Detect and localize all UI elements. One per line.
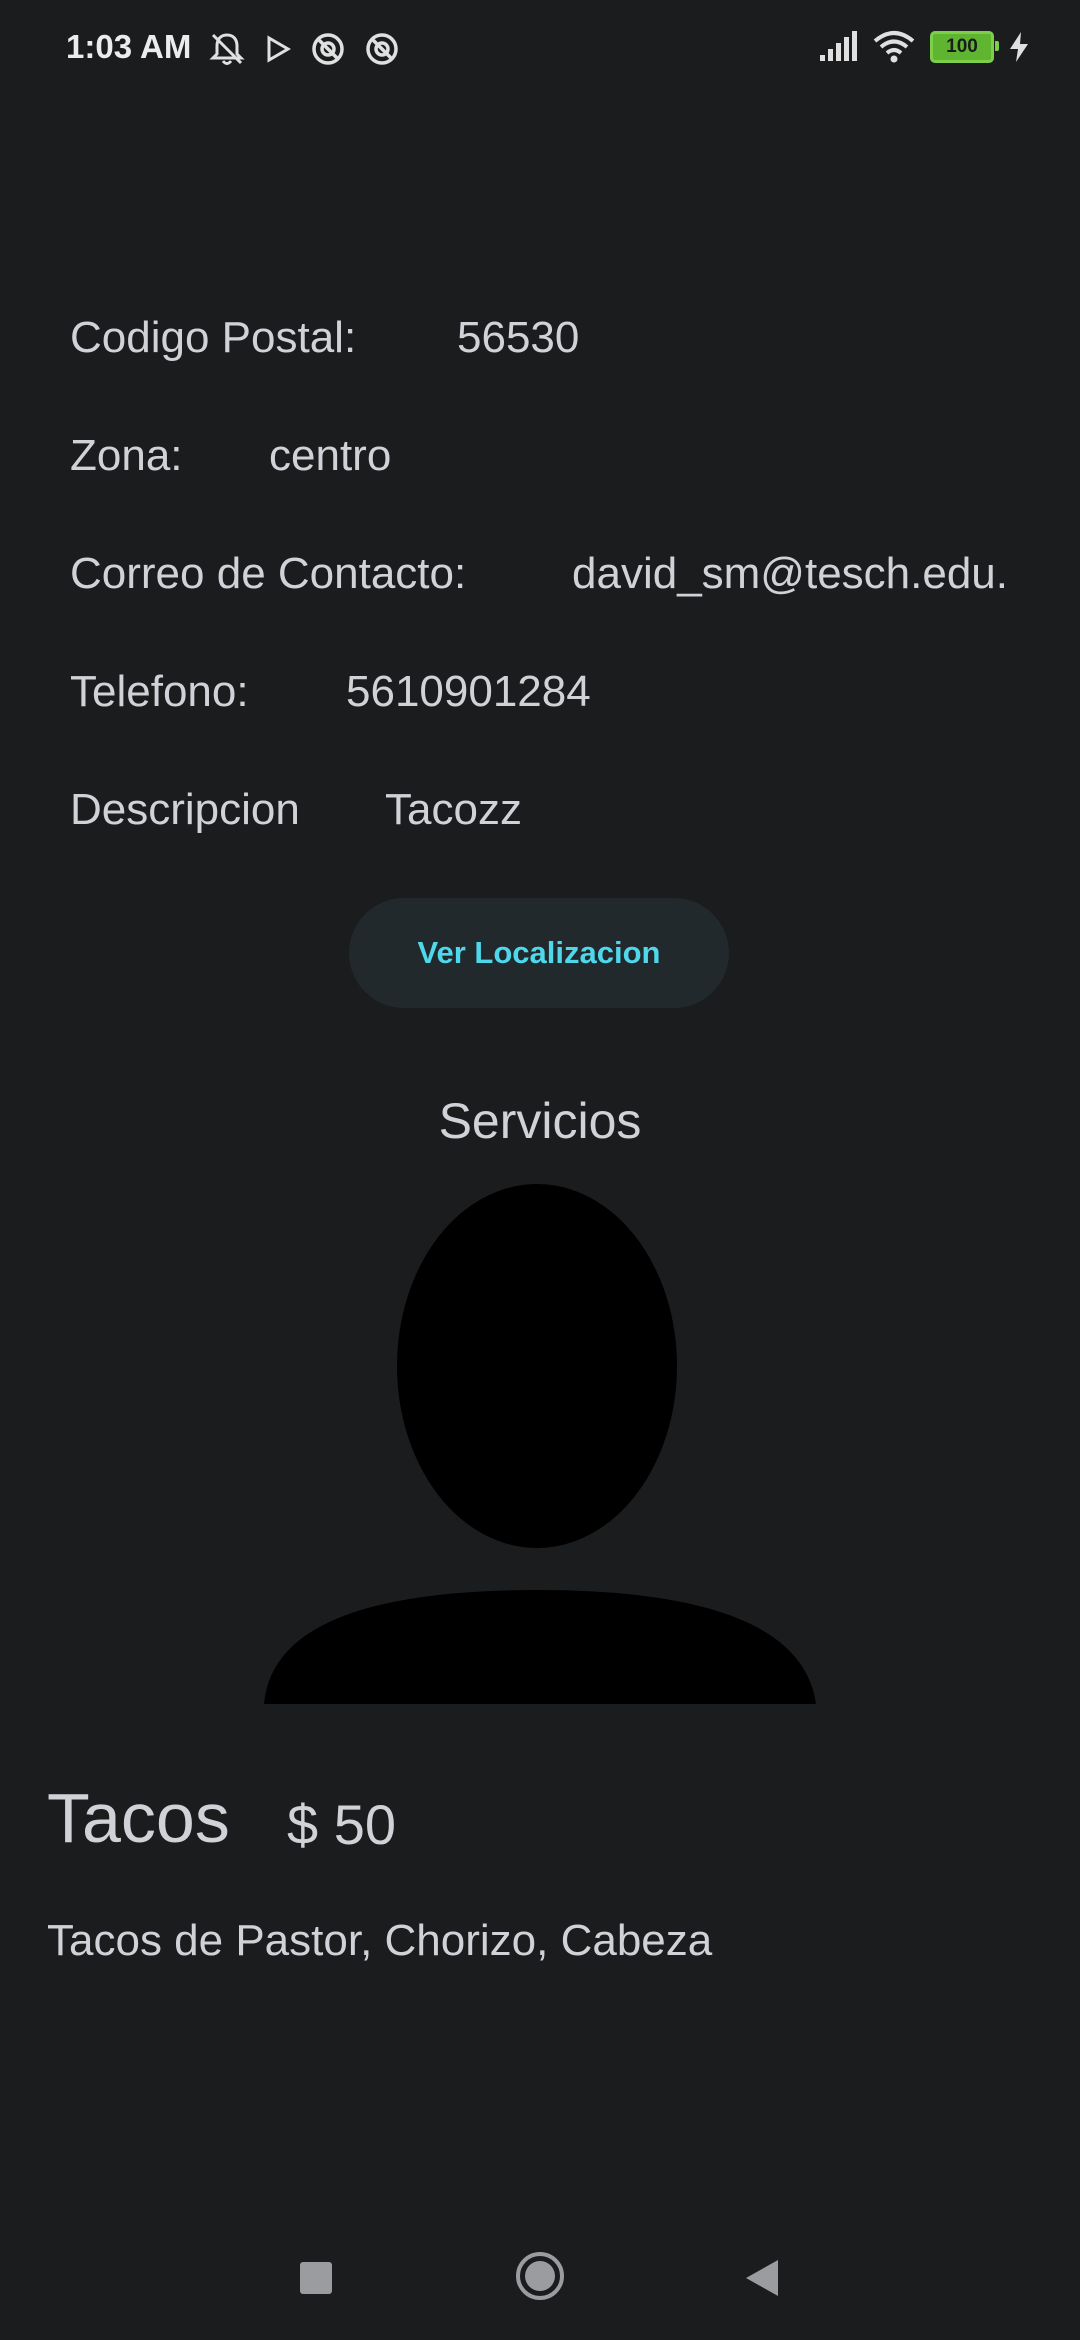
home-icon[interactable] xyxy=(514,2250,566,2302)
battery-level: 100 xyxy=(946,36,978,57)
signal-icon xyxy=(820,31,857,61)
mute-icon xyxy=(209,33,245,65)
postal-code-value: 56530 xyxy=(457,313,580,362)
service-price: $ 50 xyxy=(287,1793,396,1856)
service-description: Tacos de Pastor, Chorizo, Cabeza xyxy=(47,1916,713,1965)
description-row: Descripcion Tacozz xyxy=(70,785,522,835)
zone-value: centro xyxy=(269,431,392,480)
description-value: Tacozz xyxy=(385,785,522,834)
back-icon[interactable] xyxy=(742,2256,782,2300)
status-left-icons xyxy=(208,30,400,68)
screen: 1:03 AM 100 Codigo Postal: 56530 Zona: c… xyxy=(0,0,1080,2340)
email-row: Correo de Contacto: david_sm@tesch.edu. xyxy=(70,549,1008,599)
email-value: david_sm@tesch.edu. xyxy=(572,549,1009,598)
battery-icon: 100 xyxy=(930,31,999,63)
play-icon xyxy=(267,35,291,63)
recents-icon[interactable] xyxy=(300,2262,332,2294)
status-right-icons: 100 xyxy=(818,30,1030,64)
phone-row: Telefono: 5610901284 xyxy=(70,667,591,717)
at-icon xyxy=(366,33,398,65)
wifi-icon xyxy=(873,31,915,63)
status-time: 1:03 AM xyxy=(66,28,192,65)
zone-label: Zona: xyxy=(70,431,183,480)
at-icon xyxy=(312,33,344,65)
postal-code-row: Codigo Postal: 56530 xyxy=(70,313,579,363)
navigation-bar xyxy=(0,2220,1080,2340)
postal-code-label: Codigo Postal: xyxy=(70,313,357,362)
email-label: Correo de Contacto: xyxy=(70,549,467,598)
person-placeholder-icon xyxy=(264,1184,816,1704)
zone-row: Zona: centro xyxy=(70,431,391,481)
phone-value: 5610901284 xyxy=(346,667,591,716)
status-bar: 1:03 AM 100 xyxy=(0,0,1080,100)
services-title: Servicios xyxy=(438,1093,642,1149)
phone-label: Telefono: xyxy=(70,667,249,716)
view-location-button[interactable]: Ver Localizacion xyxy=(349,898,729,1008)
charging-icon xyxy=(1010,32,1028,62)
service-name: Tacos xyxy=(47,1779,230,1857)
description-label: Descripcion xyxy=(70,785,300,834)
